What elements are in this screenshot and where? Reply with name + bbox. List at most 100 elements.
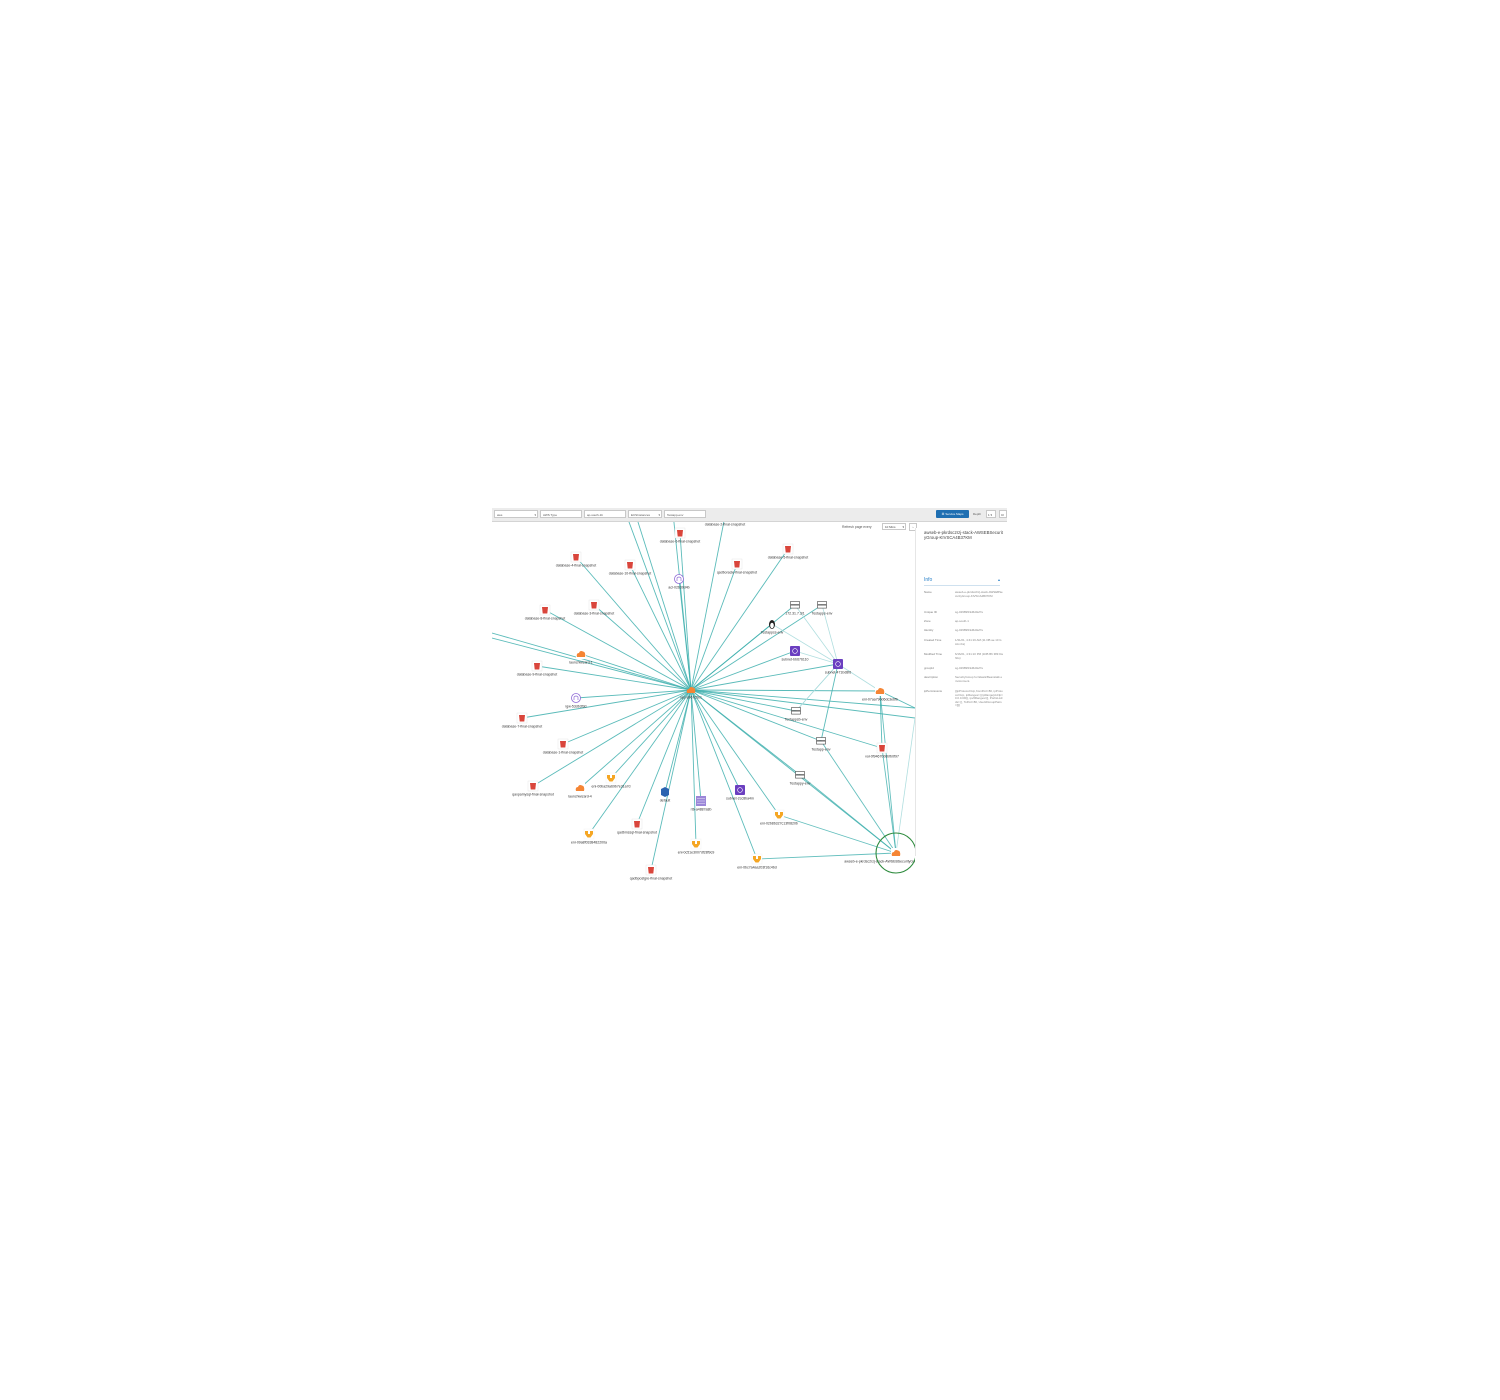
graph-edge bbox=[579, 689, 692, 789]
info-key: Created Time bbox=[924, 638, 942, 642]
graph-node[interactable]: Testapp-env bbox=[811, 737, 831, 752]
graph-edge bbox=[690, 663, 839, 691]
graph-node[interactable]: awseb-e-pkrdsc2rzj-stack-AWSEBSecurityGr… bbox=[844, 848, 915, 864]
server-icon bbox=[791, 707, 801, 715]
server-icon bbox=[817, 601, 827, 609]
graph-node[interactable]: eni-0c51e3007df28f9c9 bbox=[678, 838, 715, 855]
graph-node[interactable]: database-8-final-snapshot bbox=[525, 604, 565, 621]
graph-node[interactable]: qadboracle-final-snapshot bbox=[717, 558, 757, 575]
graph-node[interactable]: database-6-final-snapshot bbox=[660, 527, 700, 544]
subnet-icon bbox=[735, 785, 745, 795]
security-group-icon bbox=[576, 649, 586, 659]
graph-node[interactable]: Testapps-env bbox=[812, 601, 833, 616]
info-key: ipPermissions bbox=[924, 689, 942, 693]
subnet-icon bbox=[790, 646, 800, 656]
graph-node[interactable]: database-4-final-snapshot bbox=[556, 551, 596, 568]
graph-node[interactable]: eni-02b8b327c13f0820b bbox=[760, 809, 798, 826]
graph-node[interactable]: database-1-final-snapshot bbox=[543, 738, 583, 755]
graph-node-label: database-10-final-snapshot bbox=[609, 572, 651, 576]
graph-node[interactable]: Testappss-env bbox=[761, 620, 784, 635]
graph-node-label: database-7-final-snapshot bbox=[502, 725, 542, 729]
info-key: Name bbox=[924, 590, 932, 594]
graph-node[interactable]: eni-00ba29a69b7e31a7d bbox=[592, 772, 631, 789]
network-acl-icon bbox=[674, 574, 684, 584]
graph-node[interactable]: 172.31.7.3/1 bbox=[785, 601, 805, 616]
zone-input-value: ap-south-1b bbox=[587, 513, 604, 517]
graph-node-label: launchwizard-4 bbox=[568, 795, 592, 799]
server-icon bbox=[790, 601, 800, 609]
graph-edge bbox=[690, 689, 822, 742]
graph-node[interactable]: qaxpamysql-final-snapshot bbox=[512, 780, 554, 797]
service-maps-button[interactable]: ⌘ Service Maps bbox=[936, 510, 969, 518]
graph-node-label: qadbpostgre-final-snapshot bbox=[630, 877, 672, 881]
rds-snapshot-icon bbox=[516, 712, 528, 724]
graph-node[interactable]: subnet-2cc8ba4m bbox=[726, 785, 754, 801]
rds-snapshot-icon bbox=[782, 543, 794, 555]
info-value: 1/31/21, 4:41:16 AM (11 DB ae 10 GAA nbs… bbox=[955, 638, 1002, 646]
info-key: description bbox=[924, 675, 938, 679]
graph-node[interactable]: qadbpostgre-final-snapshot bbox=[630, 864, 672, 881]
depth-label: Depth bbox=[973, 512, 982, 516]
info-value: [{ipProtocol=tcp,fromPort=80, ipProtocol… bbox=[955, 689, 1003, 707]
graph-node[interactable]: qadbmssql-final-snapshot bbox=[617, 818, 657, 835]
route-table-icon bbox=[696, 796, 706, 806]
clear-button[interactable]: Cl bbox=[999, 510, 1007, 518]
info-key: groupId bbox=[924, 666, 934, 670]
graph-node[interactable]: database-9-final-snapshot bbox=[517, 660, 557, 677]
graph-node-label: qaxpamysql-final-snapshot bbox=[512, 793, 554, 797]
graph-edge bbox=[610, 689, 692, 779]
account-select[interactable]: aws ▾ bbox=[494, 510, 538, 518]
graph-node-label: 172.31.7.3/1 bbox=[785, 612, 805, 616]
graph-node[interactable]: eni-07aa790d6dc3e6fb bbox=[862, 686, 898, 702]
service-map-graph[interactable]: vpc-a967c5e1 database-6-final-snapshot dat… bbox=[492, 508, 915, 898]
graph-node[interactable]: launchwizard-4 bbox=[568, 783, 592, 799]
service-select[interactable]: ECSInstances ▾ bbox=[628, 510, 662, 518]
resource-input[interactable]: Testapp-env bbox=[664, 510, 706, 518]
graph-edge bbox=[820, 663, 839, 742]
graph-node-label: database-2-final-snapshot bbox=[705, 523, 745, 527]
graph-node[interactable]: igw-53db3f3d bbox=[565, 693, 587, 709]
chevron-up-icon[interactable]: ▴ bbox=[998, 577, 1000, 582]
rds-snapshot-icon bbox=[570, 551, 582, 563]
graph-node[interactable]: vol-0f9467006bfb0f97 bbox=[865, 742, 899, 759]
graph-node-label: database-6-final-snapshot bbox=[660, 540, 700, 544]
info-section-header[interactable]: Info ▴ bbox=[924, 577, 1000, 586]
graph-node[interactable]: default bbox=[660, 787, 671, 803]
graph-edge bbox=[690, 650, 796, 691]
refresh-label: Refresh page every bbox=[842, 525, 872, 529]
graph-node-label: database-4-final-snapshot bbox=[556, 564, 596, 568]
depth-select[interactable]: 1 ▾ bbox=[986, 510, 996, 518]
info-key: Identity bbox=[924, 628, 934, 632]
security-group-icon bbox=[575, 783, 585, 793]
graph-node-label: eni-02b8b327c13f0820b bbox=[760, 822, 798, 826]
info-value: awseb-e-pkrdsc2rzj-stack-AWSEBSecurityGr… bbox=[955, 590, 1003, 598]
graph-node[interactable]: database-5-final-snapshot bbox=[768, 543, 808, 560]
rds-snapshot-icon bbox=[539, 604, 551, 616]
graph-node[interactable]: database-3-final-snapshot bbox=[574, 599, 614, 616]
graph-node[interactable]: rtb-a4887a8b bbox=[691, 796, 712, 812]
graph-node[interactable]: eni-0bc7a4aa203f16c4bd bbox=[737, 853, 777, 870]
rds-snapshot-icon bbox=[527, 780, 539, 792]
security-group-icon bbox=[875, 686, 885, 696]
rds-snapshot-icon bbox=[557, 738, 569, 750]
graph-node-label: database-8-final-snapshot bbox=[525, 617, 565, 621]
graph-edge bbox=[664, 689, 692, 793]
chevron-down-icon: ▾ bbox=[658, 513, 660, 517]
info-value: SecurityGroup for ElasticBeanstalk envir… bbox=[955, 675, 1003, 683]
graph-edge bbox=[756, 852, 897, 860]
type-input[interactable]: AWS Type bbox=[540, 510, 582, 518]
graph-node[interactable]: Testappy-env bbox=[790, 771, 811, 786]
graph-node-label: igw-53db3f3d bbox=[565, 705, 586, 709]
graph-edge bbox=[650, 689, 692, 871]
graph-node[interactable]: eni-09a8f0338482200a bbox=[571, 828, 607, 845]
graph-node-label: qadbmssql-final-snapshot bbox=[617, 831, 657, 835]
rds-snapshot-icon bbox=[876, 742, 888, 754]
graph-node-label: launchwizard-1 bbox=[569, 661, 593, 665]
graph-node[interactable]: database-10-final-snapshot bbox=[609, 559, 651, 576]
refresh-interval-select[interactable]: 10 Mins ▾ bbox=[882, 523, 906, 530]
zone-input[interactable]: ap-south-1b bbox=[584, 510, 626, 518]
info-value: ap-south-1 bbox=[955, 619, 969, 623]
server-icon bbox=[795, 771, 805, 779]
graph-node[interactable]: acl-02639d4b bbox=[668, 574, 690, 590]
chevron-down-icon: ▾ bbox=[534, 513, 536, 517]
